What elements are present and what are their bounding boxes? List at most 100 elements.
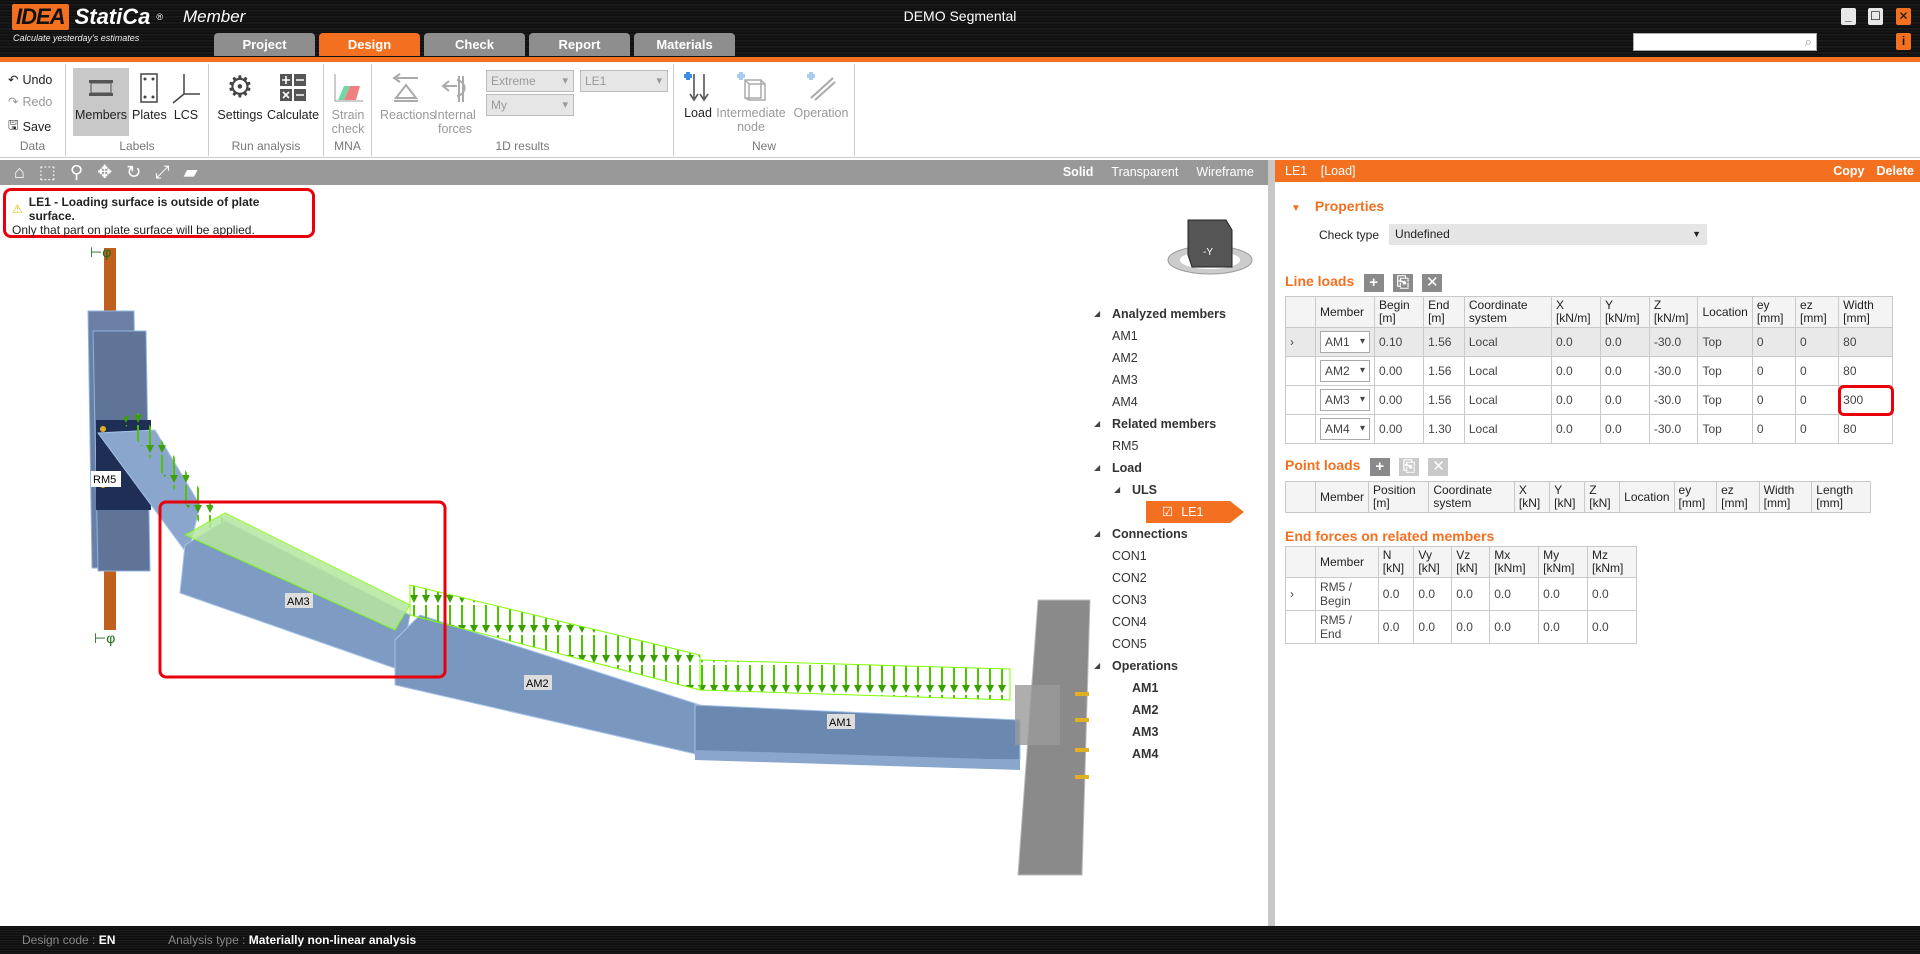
cell-width[interactable]: 80 bbox=[1838, 327, 1893, 357]
cell-begin[interactable]: 0.00 bbox=[1373, 385, 1425, 415]
minimize-button[interactable]: _ bbox=[1841, 8, 1856, 25]
cell-width[interactable]: 80 bbox=[1838, 414, 1893, 444]
zoom-window-icon[interactable]: ⬚ bbox=[39, 162, 56, 183]
copy-button[interactable]: Copy bbox=[1833, 160, 1864, 182]
tree-uls[interactable]: ◢ ULS bbox=[1112, 479, 1230, 501]
tab-check[interactable]: Check bbox=[424, 33, 525, 56]
delete-line-load-button[interactable]: ✕ bbox=[1422, 273, 1443, 292]
cell-x[interactable]: 0.0 bbox=[1550, 414, 1601, 444]
tree-item-am3[interactable]: AM3 bbox=[1112, 369, 1230, 391]
end-force-row[interactable]: RM5 / End 0.0 0.0 0.0 0.0 0.0 0.0 bbox=[1285, 610, 1637, 644]
view-box-icon[interactable]: ▰ bbox=[184, 162, 198, 183]
strain-check-button[interactable]: Strain check bbox=[328, 72, 368, 136]
tab-project[interactable]: Project bbox=[214, 33, 315, 56]
search-input[interactable]: ⌕ bbox=[1633, 33, 1817, 51]
cell-width[interactable]: 80 bbox=[1838, 356, 1893, 386]
rotate-icon[interactable]: ↻ bbox=[126, 162, 141, 183]
tree-op-am1[interactable]: AM1 bbox=[1112, 677, 1230, 699]
tab-materials[interactable]: Materials bbox=[634, 33, 735, 56]
tree-load[interactable]: ◢ Load bbox=[1094, 457, 1230, 479]
plates-button[interactable]: Plates bbox=[132, 72, 167, 122]
cell-ez[interactable]: 0 bbox=[1795, 414, 1840, 444]
navigation-cube[interactable]: -Y bbox=[1167, 219, 1253, 275]
cell-width[interactable]: 300 bbox=[1837, 384, 1894, 416]
tree-item-le1[interactable]: ☑ LE1 bbox=[1146, 501, 1244, 523]
undo-button[interactable]: ↶ Undo bbox=[8, 72, 52, 88]
mode-wireframe[interactable]: Wireframe bbox=[1196, 165, 1254, 179]
cell-location[interactable]: Top bbox=[1697, 356, 1753, 386]
cell-end[interactable]: 1.30 bbox=[1423, 414, 1465, 444]
cell-x[interactable]: 0.0 bbox=[1550, 327, 1601, 357]
redo-button[interactable]: ↷ Redo bbox=[8, 94, 52, 110]
tree-analyzed-members[interactable]: ◢ Analyzed members bbox=[1094, 303, 1230, 325]
cell-cs[interactable]: Local bbox=[1463, 356, 1552, 386]
add-point-load-button[interactable]: + bbox=[1369, 457, 1390, 476]
members-button[interactable]: Members bbox=[73, 68, 129, 136]
checkbox-icon[interactable]: ☑ bbox=[1162, 505, 1173, 519]
cell-begin[interactable]: 0.00 bbox=[1373, 356, 1425, 386]
tree-op-am2[interactable]: AM2 bbox=[1112, 699, 1230, 721]
tree-item-rm5[interactable]: RM5 bbox=[1112, 435, 1230, 457]
cell-y[interactable]: 0.0 bbox=[1599, 356, 1650, 386]
copy-line-load-button[interactable]: ⎘ bbox=[1392, 273, 1413, 292]
save-button[interactable]: 🖫 Save bbox=[8, 116, 51, 137]
cell-location[interactable]: Top bbox=[1697, 414, 1753, 444]
cell-cs[interactable]: Local bbox=[1463, 385, 1552, 415]
cell-location[interactable]: Top bbox=[1697, 327, 1753, 357]
operation-button[interactable]: Operation bbox=[792, 70, 850, 120]
tree-item-con4[interactable]: CON4 bbox=[1112, 611, 1230, 633]
member-select[interactable]: AM3 bbox=[1320, 389, 1370, 411]
load-effect-select[interactable]: LE1 bbox=[580, 70, 668, 92]
reactions-button[interactable]: Reactions bbox=[380, 72, 436, 122]
result-component-select[interactable]: My bbox=[486, 94, 574, 116]
internal-forces-button[interactable]: Internal forces bbox=[434, 72, 476, 136]
home-view-icon[interactable]: ⌂ bbox=[14, 162, 25, 183]
3d-viewport[interactable]: ⚠ LE1 - Loading surface is outside of pla… bbox=[0, 185, 1268, 926]
tab-design[interactable]: Design bbox=[319, 33, 420, 56]
cell-z[interactable]: -30.0 bbox=[1648, 414, 1699, 444]
mode-transparent[interactable]: Transparent bbox=[1111, 165, 1178, 179]
add-line-load-button[interactable]: + bbox=[1363, 273, 1384, 292]
pan-icon[interactable]: ✥ bbox=[97, 162, 112, 183]
cell-ez[interactable]: 0 bbox=[1795, 385, 1840, 415]
member-select[interactable]: AM2 bbox=[1320, 360, 1370, 382]
panel-splitter[interactable] bbox=[1268, 160, 1275, 926]
row-expander[interactable]: › bbox=[1285, 327, 1316, 357]
close-button[interactable]: ✕ bbox=[1896, 8, 1911, 25]
zoom-icon[interactable]: ⚲ bbox=[70, 162, 83, 183]
zoom-extents-icon[interactable]: ⤢ bbox=[155, 162, 169, 183]
cell-z[interactable]: -30.0 bbox=[1648, 327, 1699, 357]
tree-op-am3[interactable]: AM3 bbox=[1112, 721, 1230, 743]
intermediate-node-button[interactable]: Intermediate node bbox=[716, 70, 786, 134]
check-type-select[interactable]: Undefined ▼ bbox=[1389, 224, 1708, 245]
row-expander[interactable] bbox=[1285, 414, 1316, 444]
member-select[interactable]: AM1 bbox=[1320, 331, 1370, 353]
end-force-row[interactable]: › RM5 / Begin 0.0 0.0 0.0 0.0 0.0 0.0 bbox=[1285, 577, 1637, 611]
mode-solid[interactable]: Solid bbox=[1063, 165, 1094, 179]
tree-operations[interactable]: ◢ Operations bbox=[1094, 655, 1230, 677]
line-load-row[interactable]: ›AM10.101.56Local0.00.0-30.0Top0080 bbox=[1285, 327, 1893, 357]
cell-ez[interactable]: 0 bbox=[1795, 356, 1840, 386]
properties-section[interactable]: ▼ Properties bbox=[1291, 198, 1384, 214]
tree-item-con2[interactable]: CON2 bbox=[1112, 567, 1230, 589]
tree-connections[interactable]: ◢ Connections bbox=[1094, 523, 1230, 545]
cell-begin[interactable]: 0.10 bbox=[1373, 327, 1425, 357]
tree-item-con3[interactable]: CON3 bbox=[1112, 589, 1230, 611]
delete-button[interactable]: Delete bbox=[1876, 160, 1914, 182]
cell-ez[interactable]: 0 bbox=[1795, 327, 1840, 357]
line-load-row[interactable]: AM30.001.56Local0.00.0-30.0Top00300 bbox=[1285, 384, 1894, 416]
cell-end[interactable]: 1.56 bbox=[1423, 356, 1465, 386]
cell-z[interactable]: -30.0 bbox=[1648, 356, 1699, 386]
cell-ey[interactable]: 0 bbox=[1751, 356, 1797, 386]
cell-end[interactable]: 1.56 bbox=[1423, 385, 1465, 415]
lcs-button[interactable]: LCS bbox=[168, 72, 204, 122]
row-expander[interactable] bbox=[1285, 385, 1316, 415]
cell-ey[interactable]: 0 bbox=[1751, 327, 1797, 357]
cell-x[interactable]: 0.0 bbox=[1550, 385, 1601, 415]
cell-ey[interactable]: 0 bbox=[1751, 414, 1797, 444]
row-expander[interactable] bbox=[1285, 356, 1316, 386]
cell-y[interactable]: 0.0 bbox=[1599, 327, 1650, 357]
result-extreme-select[interactable]: Extreme bbox=[486, 70, 574, 92]
tree-item-con1[interactable]: CON1 bbox=[1112, 545, 1230, 567]
cell-begin[interactable]: 0.00 bbox=[1373, 414, 1425, 444]
